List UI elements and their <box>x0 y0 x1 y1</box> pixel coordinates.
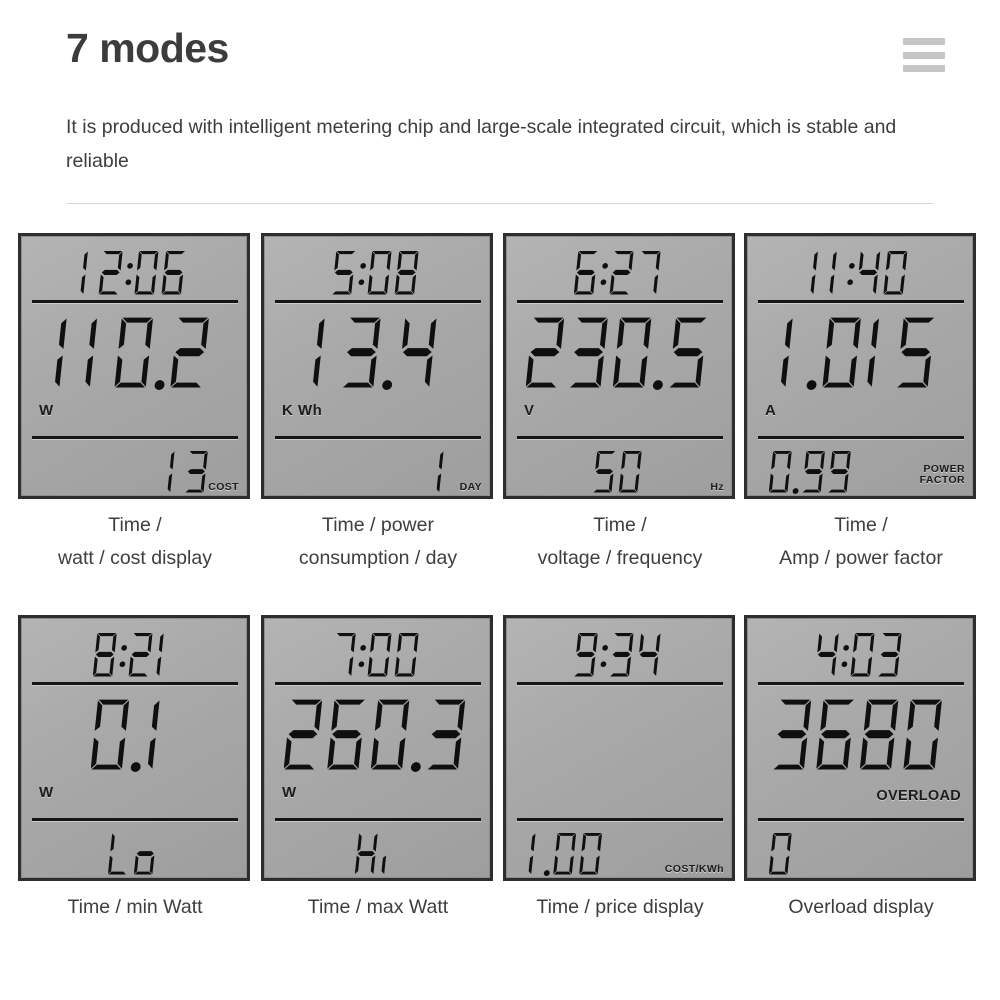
panel-main-value <box>506 314 732 390</box>
panel-sublabel: DAY <box>459 481 482 493</box>
panel-divider-top <box>758 300 964 303</box>
panel-caption: Time / watt / cost display <box>58 514 212 569</box>
lcd-display-panel[interactable]: OVERLOAD <box>744 615 976 881</box>
mode-panel-row: W COST Time / watt / cost display K Wh D… <box>0 233 1000 615</box>
panel-bottom-zone: POWER FACTOR <box>747 442 973 496</box>
mode-panel-cell: W Time / max Watt <box>261 615 495 918</box>
panel-time-value <box>264 244 490 296</box>
mode-panel-grid: W COST Time / watt / cost display K Wh D… <box>0 233 1000 997</box>
panel-time-value <box>506 244 732 296</box>
panel-bottom-zone: COST <box>21 442 247 496</box>
panel-sublabel: POWER FACTOR <box>919 463 965 486</box>
panel-divider-bottom <box>32 436 238 439</box>
hamburger-bar-3 <box>903 65 945 72</box>
panel-caption: Time / power consumption / day <box>298 514 458 569</box>
panel-time-value <box>21 244 247 296</box>
panel-time-value <box>506 626 732 678</box>
header-divider <box>66 203 934 204</box>
panel-divider-top <box>32 300 238 303</box>
panel-bottom-value <box>355 832 399 876</box>
lcd-display-panel[interactable]: A POWER FACTOR <box>744 233 976 499</box>
panel-time-value <box>264 626 490 678</box>
panel-divider-top <box>275 682 481 685</box>
panel-bottom-value <box>769 832 795 876</box>
panel-divider-top <box>758 682 964 685</box>
panel-bottom-zone <box>747 824 973 878</box>
panel-bottom-value <box>108 832 160 876</box>
panel-unit-label: K Wh <box>282 402 323 419</box>
panel-bottom-zone <box>264 824 490 878</box>
panel-bottom-value <box>528 832 605 876</box>
panel-divider-bottom <box>275 818 481 821</box>
mode-panel-cell: COST/KWh Time / price display <box>503 615 737 918</box>
page-header: 7 modes It is produced with intelligent … <box>0 0 1000 208</box>
panel-bottom-zone: Hz <box>506 442 732 496</box>
mode-panel-cell: V Hz Time / voltage / frequency <box>503 233 737 569</box>
panel-caption: Time / voltage / frequency <box>537 514 703 569</box>
panel-divider-bottom <box>758 818 964 821</box>
panel-bottom-value <box>593 450 645 494</box>
panel-unit-label: V <box>524 402 535 419</box>
panel-unit-label: W <box>282 784 297 801</box>
panel-sublabel: COST/KWh <box>664 863 724 875</box>
mode-panel-row: W Time / min Watt W Time / max Watt COST… <box>0 615 1000 997</box>
panel-divider-bottom <box>275 436 481 439</box>
panel-divider-top <box>517 300 723 303</box>
lcd-display-panel[interactable]: W <box>261 615 493 881</box>
panel-bottom-value <box>436 450 454 494</box>
panel-sublabel: COST <box>208 481 239 493</box>
panel-main-value <box>21 696 247 772</box>
panel-divider-bottom <box>517 436 723 439</box>
panel-caption: Time / price display <box>536 896 704 918</box>
panel-unit-label: OVERLOAD <box>876 788 961 804</box>
panel-divider-bottom <box>517 818 723 821</box>
page-subtitle: It is produced with intelligent metering… <box>66 116 897 172</box>
panel-main-value <box>21 314 247 390</box>
panel-caption: Time / max Watt <box>307 896 449 918</box>
lcd-display-panel[interactable]: K Wh DAY <box>261 233 493 499</box>
panel-unit-label: A <box>765 402 777 419</box>
panel-time-value <box>21 626 247 678</box>
panel-caption: Time / Amp / power factor <box>779 514 943 569</box>
panel-divider-top <box>517 682 723 685</box>
hamburger-bar-1 <box>903 38 945 45</box>
mode-panel-cell: W Time / min Watt <box>18 615 252 918</box>
lcd-display-panel[interactable]: W <box>18 615 250 881</box>
panel-main-value <box>747 314 973 390</box>
panel-bottom-value <box>167 450 211 494</box>
panel-sublabel: Hz <box>710 481 724 493</box>
panel-divider-bottom <box>32 818 238 821</box>
panel-main-value <box>264 314 490 390</box>
panel-main-value <box>747 696 973 772</box>
panel-divider-top <box>32 682 238 685</box>
panel-bottom-zone: COST/KWh <box>506 824 732 878</box>
panel-divider-bottom <box>758 436 964 439</box>
panel-bottom-value <box>769 450 854 494</box>
product-feature-page: 7 modes It is produced with intelligent … <box>0 0 1000 1000</box>
mode-panel-cell: A POWER FACTOR Time / Amp / power factor <box>744 233 978 569</box>
panel-unit-label: W <box>39 402 54 419</box>
lcd-display-panel[interactable]: V Hz <box>503 233 735 499</box>
panel-caption: Overload display <box>788 896 934 918</box>
lcd-display-panel[interactable]: COST/KWh <box>503 615 735 881</box>
hamburger-menu-icon[interactable] <box>903 38 945 72</box>
page-title: 7 modes <box>66 25 229 71</box>
panel-bottom-zone: DAY <box>264 442 490 496</box>
panel-divider-top <box>275 300 481 303</box>
panel-time-value <box>747 244 973 296</box>
mode-panel-cell: OVERLOAD Overload display <box>744 615 978 918</box>
panel-main-value <box>264 696 490 772</box>
panel-caption: Time / min Watt <box>67 896 203 918</box>
mode-panel-cell: K Wh DAY Time / power consumption / day <box>261 233 495 569</box>
mode-panel-cell: W COST Time / watt / cost display <box>18 233 252 569</box>
lcd-display-panel[interactable]: W COST <box>18 233 250 499</box>
hamburger-bar-2 <box>903 51 945 59</box>
panel-bottom-zone <box>21 824 247 878</box>
panel-unit-label: W <box>39 784 54 801</box>
panel-time-value <box>747 626 973 678</box>
